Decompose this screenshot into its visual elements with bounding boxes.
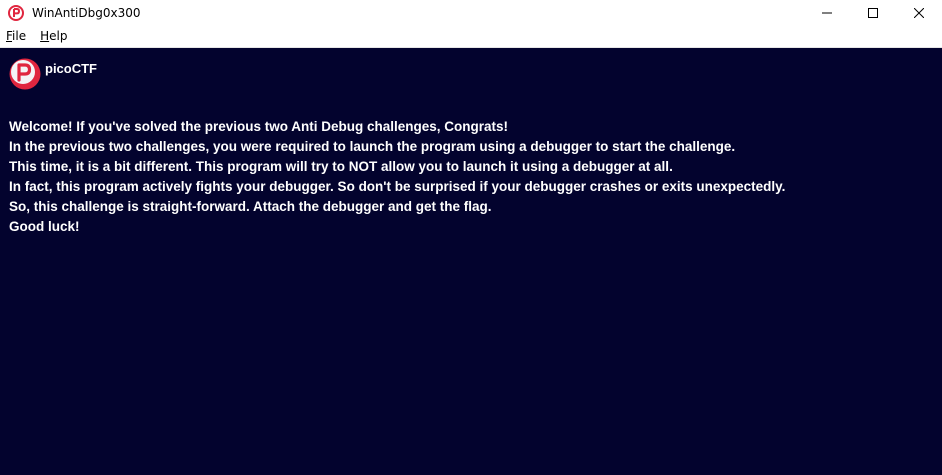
menu-bar: File Help <box>0 25 942 48</box>
app-icon <box>8 4 24 21</box>
brand-name: picoCTF <box>45 60 97 76</box>
main-content: picoCTF Welcome! If you've solved the pr… <box>0 48 942 475</box>
maximize-button[interactable] <box>850 0 896 25</box>
title-bar: WinAntiDbg0x300 <box>0 0 942 25</box>
minimize-icon <box>822 12 832 13</box>
message-line: So, this challenge is straight-forward. … <box>9 199 492 214</box>
menu-file-rest: ile <box>12 29 27 43</box>
picoctf-logo-icon <box>9 58 41 90</box>
brand-header: picoCTF <box>9 58 97 90</box>
message-line: In fact, this program actively fights yo… <box>9 179 786 194</box>
message-line: This time, it is a bit different. This p… <box>9 159 673 174</box>
close-icon <box>914 7 924 18</box>
menu-help[interactable]: Help <box>40 29 67 43</box>
menu-file[interactable]: File <box>6 29 26 43</box>
message-line: Welcome! If you've solved the previous t… <box>9 119 509 134</box>
message-line: Good luck! <box>9 219 80 234</box>
close-button[interactable] <box>896 0 942 25</box>
message-text: Welcome! If you've solved the previous t… <box>9 117 785 237</box>
window-title: WinAntiDbg0x300 <box>32 5 141 20</box>
menu-help-rest: elp <box>49 29 68 43</box>
minimize-button[interactable] <box>804 0 850 25</box>
menu-help-accel: H <box>40 29 50 43</box>
window-controls <box>804 0 942 25</box>
maximize-icon <box>868 7 878 18</box>
message-line: In the previous two challenges, you were… <box>9 139 736 154</box>
